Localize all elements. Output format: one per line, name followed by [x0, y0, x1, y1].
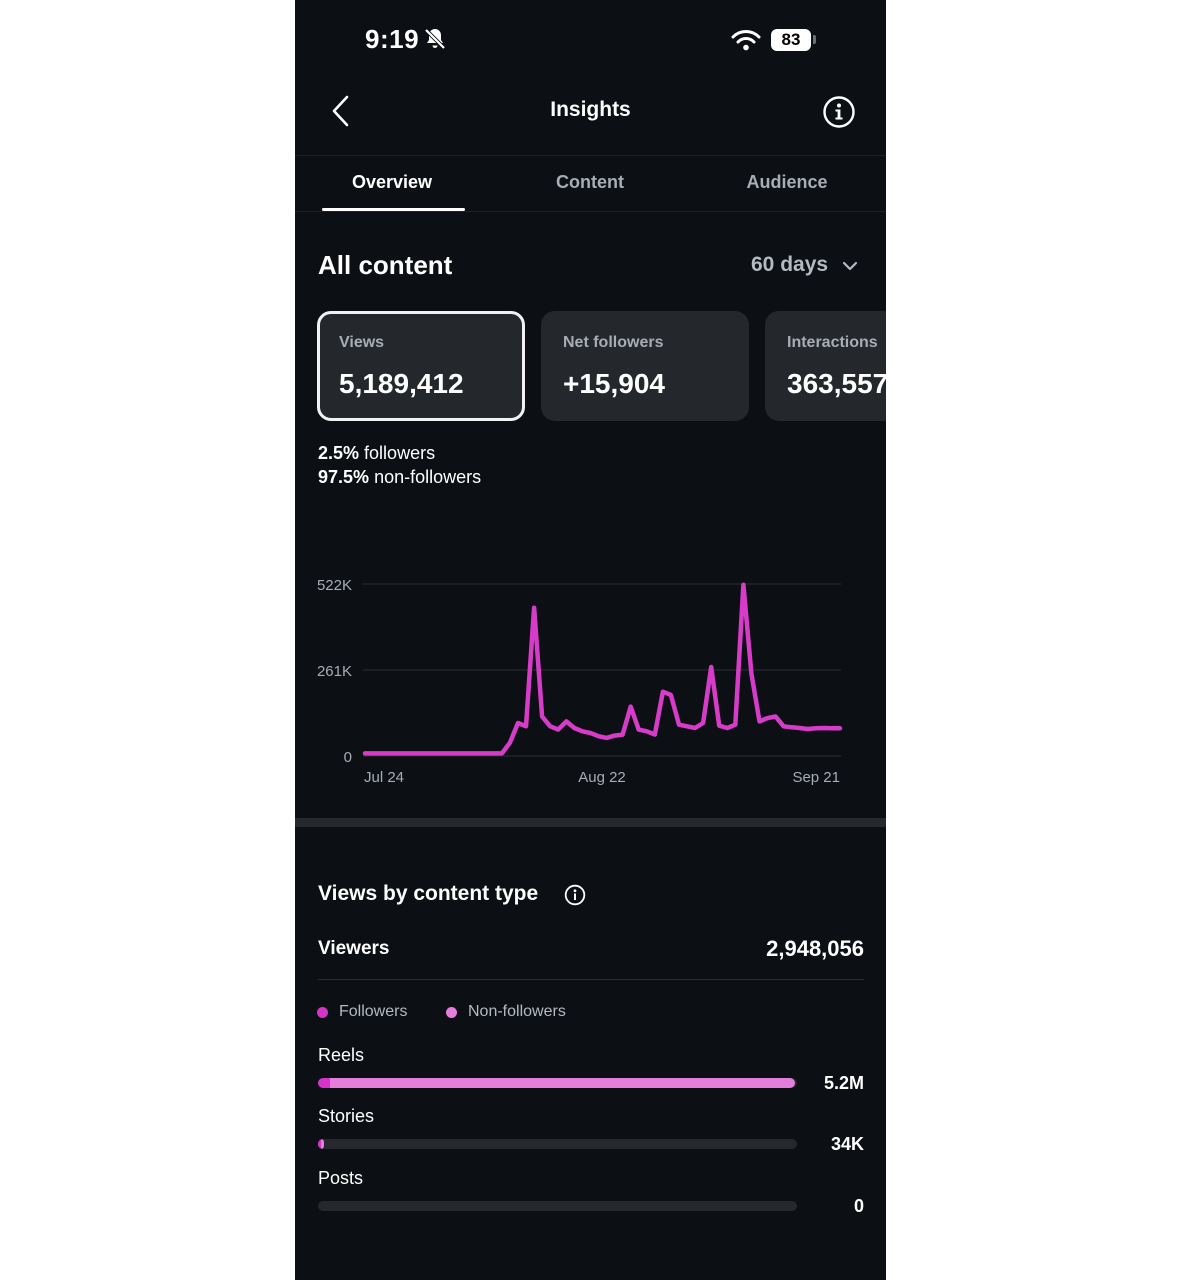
battery-indicator: 83	[771, 29, 811, 51]
bell-muted-icon	[424, 28, 446, 50]
row-value-reels: 5.2M	[823, 1073, 864, 1093]
section-separator	[295, 818, 886, 827]
non-followers-share-label: non-followers	[374, 467, 482, 487]
info-icon[interactable]	[822, 95, 856, 129]
header-divider	[295, 155, 886, 156]
row-label-reels: Reels	[318, 1045, 365, 1065]
tab-overview[interactable]: Overview	[302, 172, 482, 193]
battery-tip	[813, 35, 816, 44]
metric-card-views[interactable]: Views 5,189,412	[317, 311, 525, 421]
wifi-icon	[731, 30, 761, 51]
legend-non-followers: Non-followers	[468, 1003, 566, 1020]
views-line-chart: 522K 261K 0 Jul 24 Aug 22 Sep 21	[317, 577, 843, 786]
content-type-title: Views by content type	[318, 882, 539, 905]
bar-track-stories	[318, 1139, 797, 1149]
viewers-divider	[318, 979, 864, 980]
bar-followers	[318, 1139, 321, 1149]
metric-label: Views	[339, 334, 385, 351]
bar-followers	[318, 1078, 330, 1088]
y-tick-label: 0	[344, 749, 352, 766]
tab-content[interactable]: Content	[500, 172, 680, 193]
bar-non-followers	[318, 1078, 795, 1088]
non-followers-share: 97.5% non-followers	[318, 467, 481, 488]
x-tick-label: Jul 24	[364, 769, 404, 786]
page-title: Insights	[550, 98, 631, 121]
legend-dot-non-followers	[446, 1007, 457, 1018]
row-label-posts: Posts	[318, 1168, 364, 1188]
tab-audience[interactable]: Audience	[697, 172, 877, 193]
views-series-line	[362, 582, 843, 756]
x-tick-label: Aug 22	[578, 769, 626, 786]
metric-value: +15,904	[563, 368, 665, 399]
metric-card-interactions[interactable]: Interactions 363,557	[765, 311, 886, 421]
row-label-stories: Stories	[318, 1106, 375, 1126]
viewers-value: 2,948,056	[766, 936, 864, 961]
y-tick-label: 522K	[317, 577, 352, 594]
info-icon[interactable]	[564, 884, 586, 906]
legend-followers: Followers	[339, 1003, 408, 1020]
legend-dot-followers	[317, 1007, 328, 1018]
y-tick-label: 261K	[317, 663, 352, 680]
status-time: 9:19	[365, 24, 420, 54]
followers-percent: 2.5%	[318, 443, 360, 463]
followers-share: 2.5% followers	[318, 443, 435, 464]
metric-card-net-followers[interactable]: Net followers +15,904	[541, 311, 749, 421]
viewers-label: Viewers	[318, 938, 390, 959]
metric-label: Net followers	[563, 334, 664, 351]
metric-value: 363,557	[787, 368, 886, 399]
x-tick-label: Sep 21	[792, 769, 840, 786]
phone-screen: 9:19 83 Insights Overview Content Audien…	[295, 0, 886, 1280]
non-followers-percent: 97.5%	[318, 467, 370, 487]
bar-track-reels	[318, 1078, 797, 1088]
metric-label: Interactions	[787, 334, 878, 351]
section-title: All content	[318, 250, 453, 280]
chevron-down-icon[interactable]	[842, 260, 858, 272]
metric-value: 5,189,412	[339, 368, 464, 399]
row-value-posts: 0	[853, 1196, 864, 1216]
row-value-stories: 34K	[830, 1134, 864, 1154]
tab-divider	[295, 211, 886, 212]
followers-share-label: followers	[364, 443, 436, 463]
period-selector[interactable]: 60 days	[751, 253, 828, 277]
bar-track-posts	[318, 1201, 797, 1211]
